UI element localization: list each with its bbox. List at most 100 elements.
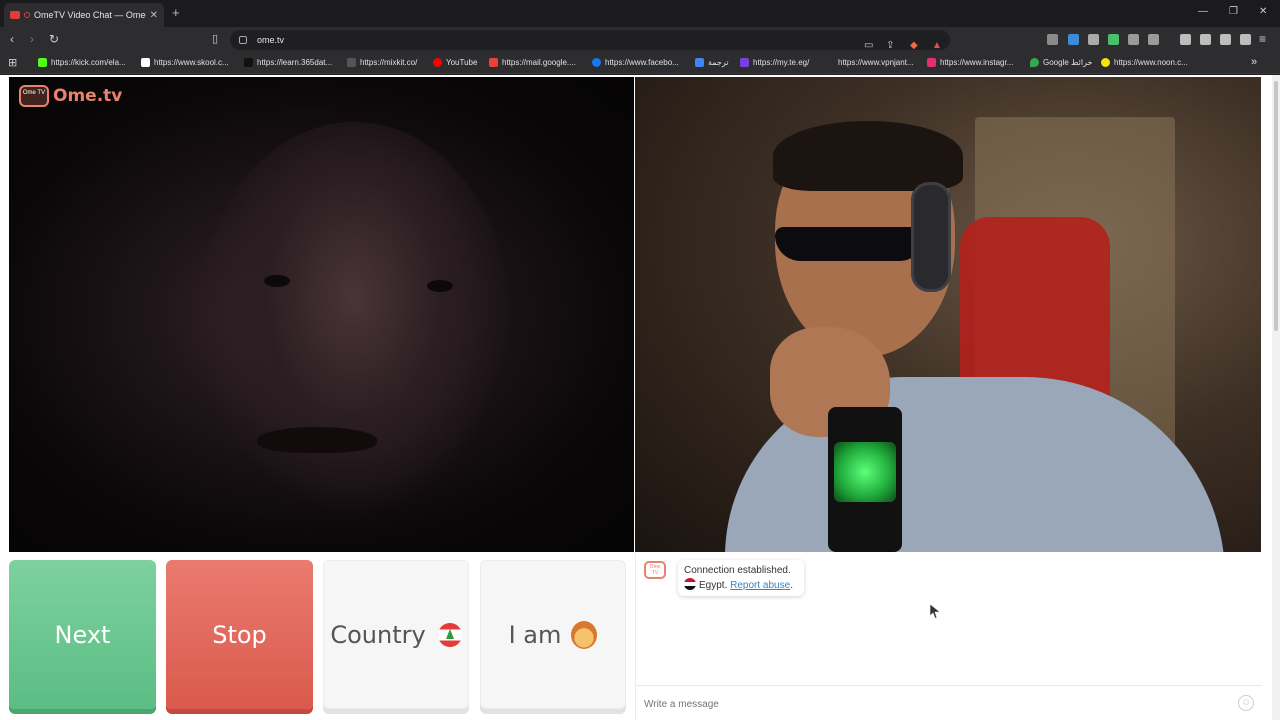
bookmark-label: https://www.skool.c... (154, 58, 229, 67)
headphones (911, 182, 951, 292)
kick-icon (38, 58, 47, 67)
mouse-cursor-icon (929, 603, 941, 619)
bookmark-label: https://www.facebo... (605, 58, 679, 67)
learn365-icon (244, 58, 253, 67)
leo-ai-icon[interactable] (1220, 34, 1231, 45)
bookmark-item[interactable]: https://www.skool.c... (141, 58, 229, 67)
report-abuse-link[interactable]: Report abuse (730, 580, 790, 591)
bookmark-label: https://my.te.eg/ (753, 58, 810, 67)
emoji-picker-icon[interactable]: ☺ (1238, 695, 1254, 711)
tab-close-icon[interactable]: ✕ (150, 10, 158, 21)
logo-text: Ome.tv (53, 86, 123, 106)
video-detail (257, 427, 377, 453)
extension-icon[interactable] (1047, 34, 1058, 45)
forward-icon[interactable]: › (30, 32, 34, 46)
egypt-flag-icon (684, 578, 696, 590)
page-content: Ome TV Ome.tv Next Stop Country I am Ome… (0, 75, 1280, 720)
navigation-bar: ‹ › ↻ ▯ ome.tv ▭ ⇪ ◆ ▲ ≡ (0, 27, 1280, 53)
ometv-logo[interactable]: Ome TV Ome.tv (19, 85, 122, 107)
microphone (828, 407, 902, 552)
sunglasses (775, 227, 925, 261)
mixkit-icon (347, 58, 356, 67)
restore-button[interactable]: ❐ (1229, 6, 1238, 17)
female-emoji-icon (571, 620, 598, 649)
next-button[interactable]: Next (9, 560, 156, 709)
extension-icon[interactable] (1148, 34, 1159, 45)
country-label: Country (330, 620, 426, 649)
back-icon[interactable]: ‹ (10, 32, 14, 46)
bookmark-item[interactable]: https://kick.com/ela... (38, 58, 126, 67)
tab-title: OmeTV Video Chat — Omeg (34, 10, 146, 20)
bookmark-item[interactable]: https://www.vpnjant... (825, 58, 914, 67)
stranger-country: Egypt. (699, 580, 728, 591)
address-text: ome.tv (257, 35, 285, 45)
bookmark-label: https://learn.365dat... (257, 58, 333, 67)
bookmark-item[interactable]: YouTube (433, 58, 477, 67)
tab-bar: OmeTV Video Chat — Omeg ✕ + — ❐ ✕ (0, 0, 1280, 27)
country-selector[interactable]: Country (323, 560, 469, 709)
new-tab-button[interactable]: + (172, 5, 180, 20)
bookmark-label: https://mixkit.co/ (360, 58, 418, 67)
bookmark-label: https://mail.google.... (502, 58, 576, 67)
bookmark-label: YouTube (446, 58, 478, 67)
bookmarks-bar: ⊞ https://kick.com/ela... https://www.sk… (0, 53, 1280, 74)
puzzle-icon[interactable] (1128, 34, 1139, 45)
bookmark-label: ترجمة (708, 58, 729, 67)
extension-icon[interactable] (1108, 34, 1119, 45)
instagram-icon (927, 58, 936, 67)
bookmark-item[interactable]: https://mixkit.co/ (347, 58, 417, 67)
connection-text: Connection established. (684, 565, 791, 576)
bookmark-item[interactable]: https://my.te.eg/ (740, 58, 809, 67)
scrollbar-thumb[interactable] (1274, 81, 1278, 331)
bookmark-page-icon[interactable]: ▯ (212, 32, 218, 45)
iam-label: I am (508, 620, 562, 649)
bookmark-item[interactable]: https://www.noon.c... (1101, 58, 1188, 67)
bookmark-item[interactable]: Google خرائط (1030, 58, 1092, 67)
gender-selector[interactable]: I am (480, 560, 626, 709)
sidebar-icon[interactable] (1180, 34, 1191, 45)
vpn-icon[interactable] (1240, 34, 1251, 45)
address-bar[interactable]: ome.tv ▭ ⇪ ◆ ▲ (230, 30, 950, 51)
bookmark-label: https://www.noon.c... (1114, 58, 1188, 67)
country-line: Egypt. Report abuse. (684, 578, 798, 593)
system-message: Connection established. Egypt. Report ab… (678, 560, 804, 596)
wallet-icon[interactable] (1200, 34, 1211, 45)
menu-icon[interactable]: ≡ (1259, 32, 1266, 46)
te-icon (740, 58, 749, 67)
message-input[interactable] (644, 696, 1204, 712)
minimize-button[interactable]: — (1198, 6, 1208, 17)
report-suffix: . (790, 580, 793, 591)
apps-grid-icon[interactable]: ⊞ (8, 56, 17, 69)
extension-icon[interactable] (1068, 34, 1079, 45)
self-video (635, 77, 1261, 552)
bookmark-item[interactable]: https://www.instagr... (927, 58, 1013, 67)
page-scrollbar[interactable] (1272, 75, 1280, 720)
bookmark-label: https://www.vpnjant... (838, 58, 914, 67)
recording-indicator-icon (24, 12, 30, 18)
bookmark-label: https://www.instagr... (940, 58, 1014, 67)
site-info-icon[interactable] (239, 36, 247, 44)
maps-icon (1030, 58, 1039, 67)
skool-icon (141, 58, 150, 67)
reload-icon[interactable]: ↻ (49, 32, 59, 46)
lebanon-flag-icon (437, 622, 462, 647)
bookmark-item[interactable]: ترجمة (695, 58, 729, 67)
youtube-icon (433, 58, 442, 67)
bookmark-item[interactable]: https://mail.google.... (489, 58, 576, 67)
bookmark-label: Google خرائط (1043, 58, 1093, 67)
video-detail (427, 280, 453, 292)
facebook-icon (592, 58, 601, 67)
stop-button[interactable]: Stop (166, 560, 313, 709)
close-window-button[interactable]: ✕ (1259, 6, 1267, 17)
translate-icon (695, 58, 704, 67)
browser-tab-active[interactable]: OmeTV Video Chat — Omeg ✕ (4, 3, 164, 27)
ometv-favicon-icon (10, 11, 20, 19)
mic-light (834, 442, 896, 502)
bookmark-item[interactable]: https://www.facebo... (592, 58, 679, 67)
bookmark-item[interactable]: https://learn.365dat... (244, 58, 332, 67)
stranger-face (199, 122, 509, 512)
gmail-icon (489, 58, 498, 67)
shield-extension-icon[interactable] (1088, 34, 1099, 45)
bookmarks-overflow-icon[interactable]: » (1251, 56, 1257, 68)
noon-icon (1101, 58, 1110, 67)
